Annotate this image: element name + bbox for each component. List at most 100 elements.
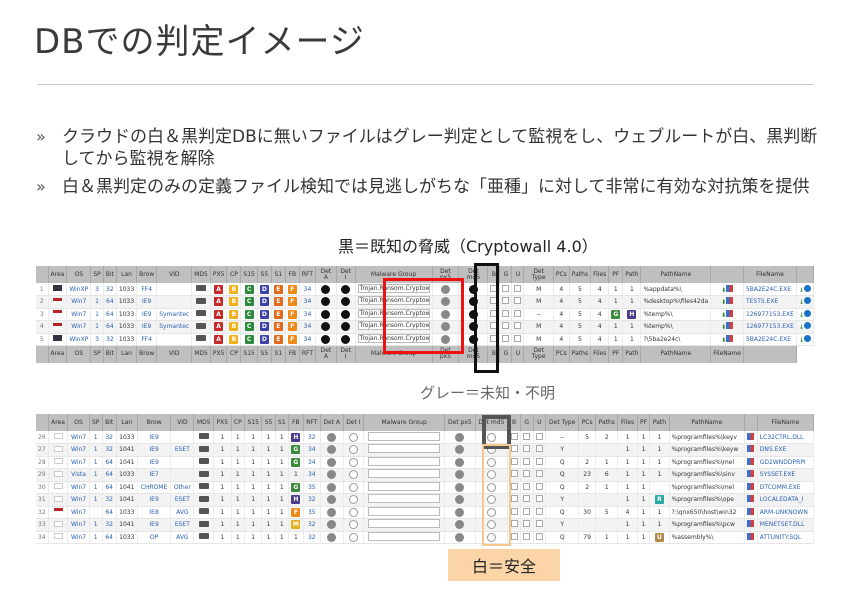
column-header[interactable]: PCs — [553, 266, 570, 283]
column-header[interactable] — [36, 414, 49, 431]
checkbox[interactable] — [510, 507, 518, 515]
column-header[interactable]: Path — [622, 345, 642, 363]
column-header[interactable]: Lan — [116, 345, 138, 363]
column-header[interactable]: Paths — [569, 266, 592, 283]
checkbox[interactable] — [535, 482, 543, 490]
column-header[interactable]: Brow — [137, 414, 172, 431]
column-header[interactable]: Paths — [595, 414, 619, 431]
checkbox[interactable] — [510, 520, 518, 528]
column-header[interactable]: FB — [285, 266, 300, 283]
checkbox[interactable] — [523, 432, 531, 440]
checkbox[interactable] — [535, 457, 543, 465]
column-header[interactable]: S5 — [257, 266, 272, 283]
column-header[interactable]: Det A — [315, 266, 337, 283]
column-header[interactable]: Det I — [336, 345, 356, 363]
table-row[interactable]: 31 Win7 1 32 1041 IE9 ESET 1 1 1 1 1 H 32 Y 1 1 R %program… — [36, 493, 815, 507]
checkbox[interactable] — [510, 470, 518, 478]
checkbox[interactable] — [535, 432, 543, 440]
column-header[interactable]: RFT — [303, 414, 321, 431]
info-icon[interactable] — [803, 309, 811, 317]
table-row[interactable]: 26 Win7 1 32 1033 IE9 1 1 1 1 1 H 32 -- 5 2 1 1 1 %programf… — [36, 431, 815, 444]
column-header[interactable]: Det Type — [545, 414, 580, 431]
table-row[interactable]: 33 Win7 1 32 1041 IE9 ESET 1 1 1 1 1 M 32 Y 1 1 1 %program… — [36, 518, 815, 532]
info-icon[interactable] — [803, 297, 811, 305]
column-header[interactable] — [36, 266, 49, 283]
column-header[interactable]: PathName — [669, 414, 746, 431]
column-header[interactable]: Paths — [569, 345, 592, 363]
column-header[interactable]: S5 — [261, 414, 276, 431]
column-header[interactable]: Files — [590, 266, 610, 283]
checkbox[interactable] — [523, 520, 531, 528]
checkbox[interactable] — [510, 482, 518, 490]
checkbox[interactable] — [535, 520, 543, 528]
checkbox[interactable] — [535, 532, 543, 540]
column-header[interactable]: FileName — [757, 414, 815, 431]
column-header[interactable]: S1 — [271, 345, 286, 363]
column-header[interactable]: U — [511, 266, 525, 283]
column-header[interactable]: Path — [649, 414, 670, 431]
table-row[interactable]: 34 Win7 1 64 1033 OP AVG 1 1 1 1 1 1 32 Q 79 1 1 1 U %assemb… — [36, 531, 815, 544]
checkbox[interactable] — [535, 445, 543, 453]
checkbox[interactable] — [502, 334, 510, 342]
column-header[interactable]: PF — [608, 266, 624, 283]
column-header[interactable]: Brow — [136, 345, 158, 363]
table-row[interactable]: 28 Win7 1 64 1041 IE9 1 1 1 1 1 G 34 Q 2 1 1 1 1 %programfi… — [36, 456, 815, 469]
column-header[interactable]: Files — [617, 414, 638, 431]
table-row[interactable]: 32 Win7 64 1033 IE8 AVG 1 1 1 1 1 F 35 Q 30 5 4 1 1 ?:\qnx6… — [36, 506, 815, 519]
column-header[interactable]: Det Type — [523, 345, 554, 363]
checkbox[interactable] — [510, 432, 518, 440]
checkbox[interactable] — [502, 297, 510, 305]
info-icon[interactable] — [803, 334, 811, 342]
column-header[interactable] — [796, 266, 815, 283]
column-header[interactable]: CP — [226, 266, 242, 283]
column-header[interactable]: G — [499, 345, 513, 363]
column-header[interactable]: Det I — [343, 414, 365, 431]
checkbox[interactable] — [514, 334, 522, 342]
column-header[interactable]: Bit — [103, 345, 117, 363]
checkbox[interactable] — [523, 470, 531, 478]
column-header[interactable]: S15 — [244, 414, 263, 431]
column-header[interactable]: S15 — [240, 345, 258, 363]
column-header[interactable]: VID — [156, 266, 193, 283]
column-header[interactable]: Det Type — [523, 266, 554, 283]
checkbox[interactable] — [514, 284, 522, 292]
checkbox[interactable] — [535, 507, 543, 515]
column-header[interactable]: MD5 — [191, 345, 211, 363]
info-icon[interactable] — [803, 284, 811, 292]
checkbox[interactable] — [510, 445, 518, 453]
table-row[interactable]: 30 Win7 1 64 1041 CHROME Other 1 1 1 1 1 G 35 Q 2 1 1 1 T %p… — [36, 481, 815, 494]
checkbox[interactable] — [510, 532, 518, 540]
column-header[interactable]: VID — [170, 414, 195, 431]
column-header[interactable] — [744, 414, 758, 431]
column-header[interactable]: PathName — [640, 345, 712, 363]
column-header[interactable]: PX5 — [210, 345, 228, 363]
checkbox[interactable] — [514, 309, 522, 317]
column-header[interactable]: MD5 — [193, 414, 215, 431]
column-header[interactable]: Det I — [336, 266, 356, 283]
column-header[interactable]: PF — [637, 414, 651, 431]
checkbox[interactable] — [502, 322, 510, 330]
column-header[interactable]: S5 — [257, 345, 272, 363]
column-header[interactable]: SP — [90, 345, 104, 363]
column-header[interactable]: SP — [90, 266, 104, 283]
column-header[interactable]: FileName — [710, 345, 744, 363]
column-header[interactable]: Area — [48, 266, 68, 283]
checkbox[interactable] — [535, 470, 543, 478]
column-header[interactable]: FB — [288, 414, 304, 431]
table-row[interactable]: 27 Win7 1 32 1041 IE9 ESET 1 1 1 1 1 G 34 Y 1 1 1 %program… — [36, 443, 815, 457]
column-header[interactable] — [710, 266, 744, 283]
checkbox[interactable] — [510, 495, 518, 503]
column-header[interactable]: G — [520, 414, 534, 431]
column-header[interactable]: S15 — [240, 266, 258, 283]
checkbox[interactable] — [523, 532, 531, 540]
column-header[interactable]: VID — [156, 345, 193, 363]
checkbox[interactable] — [535, 495, 543, 503]
checkbox[interactable] — [523, 507, 531, 515]
column-header[interactable]: PX5 — [213, 414, 232, 431]
column-header[interactable]: Det A — [320, 414, 344, 431]
column-header[interactable]: U — [533, 414, 547, 431]
column-header[interactable]: MD5 — [191, 266, 211, 283]
column-header[interactable]: Area — [48, 414, 69, 431]
column-header[interactable]: FB — [285, 345, 300, 363]
column-header[interactable]: RFT — [299, 266, 317, 283]
